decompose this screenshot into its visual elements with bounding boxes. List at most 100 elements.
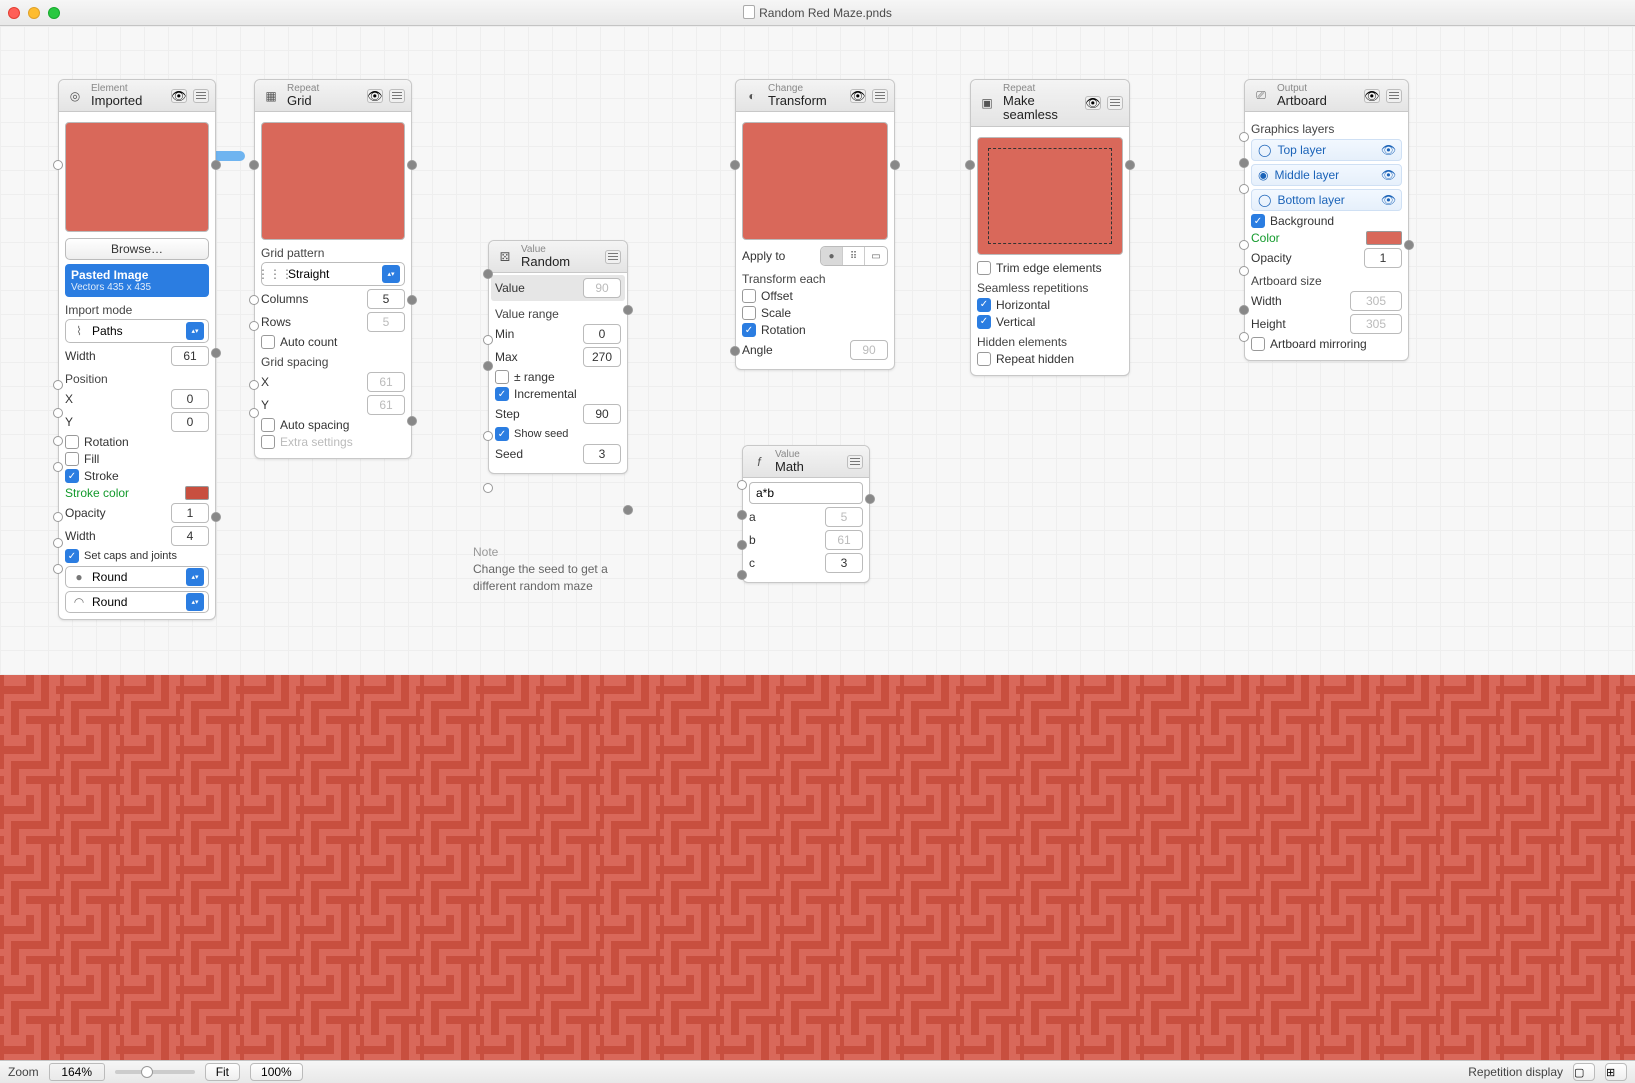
repetition-tile-button[interactable]: ⊞ bbox=[1605, 1063, 1627, 1081]
node-menu-button[interactable] bbox=[1386, 89, 1402, 103]
apply-all-option[interactable]: ● bbox=[821, 247, 843, 265]
columns-input[interactable] bbox=[367, 289, 405, 309]
node-random[interactable]: ⚄ ValueRandom Value Value range Min Max … bbox=[488, 240, 628, 474]
node-imported[interactable]: ◎ ElementImported 👁 Browse… Pasted Image… bbox=[58, 79, 216, 620]
input-port[interactable] bbox=[249, 160, 259, 170]
input-port[interactable] bbox=[1239, 332, 1249, 342]
input-port[interactable] bbox=[53, 380, 63, 390]
input-port-top-layer[interactable] bbox=[1239, 132, 1249, 142]
input-port[interactable] bbox=[249, 321, 259, 331]
input-port[interactable] bbox=[483, 335, 493, 345]
output-port[interactable] bbox=[1125, 160, 1135, 170]
seed-input[interactable] bbox=[583, 444, 621, 464]
output-port[interactable] bbox=[211, 348, 221, 358]
width-input[interactable] bbox=[171, 346, 209, 366]
input-port[interactable] bbox=[53, 512, 63, 522]
artboard-height-input[interactable] bbox=[1350, 314, 1402, 334]
node-menu-button[interactable] bbox=[847, 455, 863, 469]
node-transform[interactable]: ◐ ChangeTransform 👁 Apply to ●⠿▭ Transfo… bbox=[735, 79, 895, 370]
stroke-checkbox[interactable]: ✓ bbox=[65, 469, 79, 483]
input-port[interactable] bbox=[1239, 305, 1249, 315]
input-port[interactable] bbox=[965, 160, 975, 170]
offset-checkbox[interactable] bbox=[742, 289, 756, 303]
apply-each-option[interactable]: ⠿ bbox=[843, 247, 865, 265]
stroke-width-input[interactable] bbox=[171, 526, 209, 546]
visibility-icon[interactable]: 👁 bbox=[367, 89, 383, 103]
browse-button[interactable]: Browse… bbox=[65, 238, 209, 260]
background-checkbox[interactable]: ✓ bbox=[1251, 214, 1265, 228]
zoom-slider[interactable] bbox=[115, 1070, 195, 1074]
expression-input[interactable] bbox=[749, 482, 863, 504]
layer-middle[interactable]: ◉Middle layer👁 bbox=[1251, 164, 1402, 186]
input-port-bottom-layer[interactable] bbox=[1239, 184, 1249, 194]
pm-range-checkbox[interactable] bbox=[495, 370, 509, 384]
node-menu-button[interactable] bbox=[193, 89, 209, 103]
node-header[interactable]: ◐ ChangeTransform 👁 bbox=[736, 80, 894, 112]
x-input[interactable] bbox=[171, 389, 209, 409]
spacing-y-input[interactable] bbox=[367, 395, 405, 415]
var-c-input[interactable] bbox=[825, 553, 863, 573]
slider-knob[interactable] bbox=[141, 1066, 153, 1078]
visibility-icon[interactable]: 👁 bbox=[171, 89, 187, 103]
rotation-checkbox[interactable]: ✓ bbox=[742, 323, 756, 337]
repeat-hidden-checkbox[interactable] bbox=[977, 352, 991, 366]
node-math[interactable]: f ValueMath a b c bbox=[742, 445, 870, 583]
spacing-x-input[interactable] bbox=[367, 372, 405, 392]
visibility-icon[interactable]: 👁 bbox=[850, 89, 866, 103]
input-port[interactable] bbox=[53, 160, 63, 170]
node-header[interactable]: ▣ RepeatMake seamless 👁 bbox=[971, 80, 1129, 127]
repetition-single-button[interactable]: ▢ bbox=[1573, 1063, 1595, 1081]
node-menu-button[interactable] bbox=[1107, 96, 1123, 110]
artboard-width-input[interactable] bbox=[1350, 291, 1402, 311]
input-port[interactable] bbox=[53, 462, 63, 472]
node-header[interactable]: ⎚ OutputArtboard 👁 bbox=[1245, 80, 1408, 112]
zoom-fit-button[interactable]: Fit bbox=[205, 1063, 240, 1081]
input-port[interactable] bbox=[1239, 266, 1249, 276]
caps-checkbox[interactable]: ✓ bbox=[65, 549, 79, 563]
output-port[interactable] bbox=[623, 505, 633, 515]
output-port[interactable] bbox=[1404, 240, 1414, 250]
input-port[interactable] bbox=[249, 295, 259, 305]
var-b-input[interactable] bbox=[825, 530, 863, 550]
line-joints-select[interactable]: ◠Round▴▾ bbox=[65, 591, 209, 613]
zoom-value-box[interactable]: 164% bbox=[49, 1063, 105, 1081]
import-mode-select[interactable]: ⌇ Paths ▴▾ bbox=[65, 319, 209, 343]
input-port[interactable] bbox=[737, 570, 747, 580]
show-seed-checkbox[interactable]: ✓ bbox=[495, 427, 509, 441]
min-input[interactable] bbox=[583, 324, 621, 344]
auto-spacing-checkbox[interactable] bbox=[261, 418, 275, 432]
close-window-button[interactable] bbox=[8, 7, 20, 19]
input-port[interactable] bbox=[483, 431, 493, 441]
zoom-window-button[interactable] bbox=[48, 7, 60, 19]
visibility-icon[interactable]: 👁 bbox=[1085, 96, 1101, 110]
input-port[interactable] bbox=[483, 361, 493, 371]
scale-checkbox[interactable] bbox=[742, 306, 756, 320]
fill-checkbox[interactable] bbox=[65, 452, 79, 466]
line-caps-select[interactable]: ●Round▴▾ bbox=[65, 566, 209, 588]
rows-input[interactable] bbox=[367, 312, 405, 332]
input-port[interactable] bbox=[730, 346, 740, 356]
input-port[interactable] bbox=[53, 436, 63, 446]
opacity-input[interactable] bbox=[171, 503, 209, 523]
pasted-image-info[interactable]: Pasted Image Vectors 435 x 435 bbox=[65, 264, 209, 297]
layer-top[interactable]: ◯Top layer👁 bbox=[1251, 139, 1402, 161]
node-header[interactable]: f ValueMath bbox=[743, 446, 869, 478]
node-header[interactable]: ▦ RepeatGrid 👁 bbox=[255, 80, 411, 112]
input-port[interactable] bbox=[730, 160, 740, 170]
layer-bottom[interactable]: ◯Bottom layer👁 bbox=[1251, 189, 1402, 211]
output-port[interactable] bbox=[865, 494, 875, 504]
node-artboard[interactable]: ⎚ OutputArtboard 👁 Graphics layers ◯Top … bbox=[1244, 79, 1409, 361]
node-menu-button[interactable] bbox=[872, 89, 888, 103]
step-input[interactable] bbox=[583, 404, 621, 424]
stroke-color-swatch[interactable] bbox=[185, 486, 209, 500]
layer-visibility-icon[interactable]: 👁 bbox=[1381, 143, 1395, 157]
input-port-middle-layer[interactable] bbox=[1239, 158, 1249, 168]
y-input[interactable] bbox=[171, 412, 209, 432]
output-port[interactable] bbox=[890, 160, 900, 170]
layer-visibility-icon[interactable]: 👁 bbox=[1381, 193, 1395, 207]
input-port[interactable] bbox=[737, 510, 747, 520]
node-header[interactable]: ⚄ ValueRandom bbox=[489, 241, 627, 273]
mirroring-checkbox[interactable] bbox=[1251, 337, 1265, 351]
grid-pattern-select[interactable]: ⋮⋮⋮Straight▴▾ bbox=[261, 262, 405, 286]
input-port[interactable] bbox=[249, 408, 259, 418]
